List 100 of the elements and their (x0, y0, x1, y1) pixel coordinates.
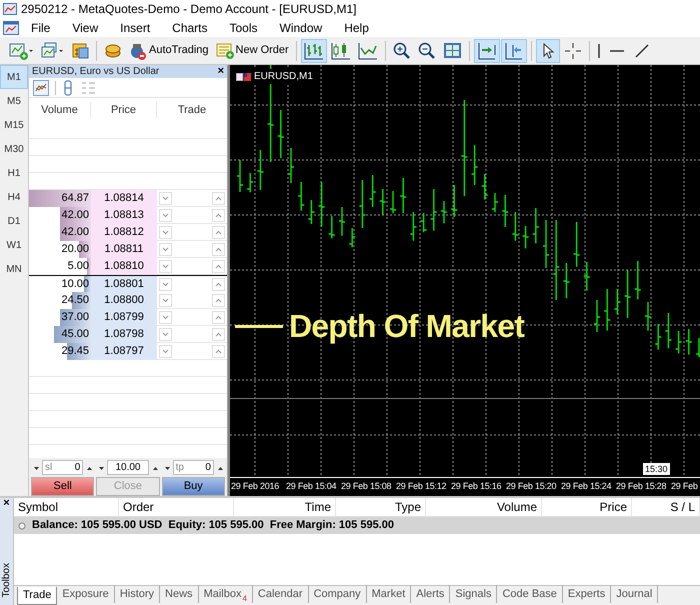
sell-button[interactable]: Sell (31, 477, 94, 496)
timeframe-tab[interactable]: W1 (0, 233, 28, 257)
crosshair-icon (564, 42, 582, 60)
bottom-tab[interactable]: Exposure (57, 585, 115, 603)
bottom-tab[interactable]: Alerts (411, 585, 450, 603)
list-icon[interactable] (80, 80, 96, 96)
sell-limit-button[interactable] (159, 260, 172, 273)
timeframe-tab[interactable]: M1 (0, 65, 28, 89)
timeframe-tab[interactable]: H1 (0, 161, 28, 185)
chart-window-icon[interactable] (3, 20, 19, 34)
menu-item[interactable]: Window (270, 18, 332, 36)
buy-limit-button[interactable] (212, 310, 225, 324)
stop-loss-field[interactable]: sl 0 (42, 460, 84, 475)
timeframe-tab[interactable]: D1 (0, 209, 28, 233)
price-cell: 1.08799 (91, 309, 157, 326)
bottom-tab[interactable]: History (114, 585, 160, 603)
menu-item[interactable]: View (62, 18, 108, 36)
menu-item[interactable]: Tools (220, 18, 268, 36)
bottom-tab[interactable]: Company (308, 585, 367, 603)
sell-limit-button[interactable] (159, 294, 172, 307)
column-header: Type (336, 498, 426, 516)
price-cell: 1.08800 (91, 292, 157, 308)
sell-limit-button[interactable] (159, 328, 172, 341)
flags-icon (236, 72, 251, 80)
buy-button[interactable]: Buy (162, 477, 225, 496)
new-order-button[interactable]: New Order (212, 38, 292, 62)
menu-item[interactable]: File (21, 18, 60, 36)
chart-shift-button[interactable] (500, 38, 527, 62)
sell-limit-button[interactable] (159, 192, 172, 205)
timeframe-tab[interactable]: M5 (0, 89, 28, 113)
column-header: Price (542, 498, 632, 516)
column-icon[interactable] (62, 80, 74, 96)
line-chart-icon (358, 42, 378, 60)
buy-limit-button[interactable] (212, 344, 225, 358)
trendline-icon (632, 42, 651, 60)
buy-limit-button[interactable] (212, 294, 225, 307)
bottom-tab[interactable]: Market (366, 585, 412, 603)
chart-icon[interactable] (33, 80, 49, 96)
column-header: Trade (176, 102, 208, 118)
buy-limit-button[interactable] (212, 242, 225, 256)
buy-limit-button[interactable] (212, 208, 225, 222)
menu-item[interactable]: Insert (110, 18, 160, 36)
buy-limit-button[interactable] (212, 260, 225, 273)
autoscroll-button[interactable] (474, 38, 500, 62)
annotation-label: Depth Of Market (289, 310, 524, 342)
timeframe-tab[interactable]: M15 (0, 113, 28, 137)
timeframe-tab[interactable]: MN (0, 257, 28, 281)
sell-limit-button[interactable] (159, 242, 172, 256)
axis-label: 29 Feb 15:20 (505, 480, 558, 493)
sell-limit-button[interactable] (159, 208, 172, 222)
timeframe-tab[interactable]: H4 (0, 185, 28, 209)
sell-limit-button[interactable] (159, 278, 172, 291)
autotrading-button[interactable]: AutoTrading (126, 38, 212, 62)
close-button[interactable]: × (218, 66, 224, 77)
axis-label: 29 Feb 2016 (230, 480, 280, 493)
axis-label: 29 Feb 15:28 (615, 480, 668, 493)
candles-icon (330, 42, 351, 60)
volume-value: 20.00 (61, 242, 89, 257)
volume-value: 45.00 (61, 327, 89, 342)
horizontal-line-icon (608, 48, 626, 52)
timeframe-tab[interactable]: M30 (0, 137, 28, 161)
bottom-tab[interactable]: News (160, 585, 199, 603)
bottom-tab[interactable]: Journal (611, 585, 658, 603)
cursor-button[interactable] (536, 38, 560, 62)
volume-value: 5.00 (68, 259, 89, 274)
take-profit-field[interactable]: tp 0 (172, 460, 214, 475)
bottom-tab[interactable]: Mailbox$_{4}$ (198, 585, 253, 603)
buy-limit-button[interactable] (212, 328, 225, 341)
volume-value: 29.45 (61, 344, 89, 359)
chart-title: EURUSD,M1 (254, 70, 313, 84)
sell-limit-button[interactable] (159, 310, 172, 324)
column-header: Price (91, 102, 157, 118)
buy-limit-button[interactable] (212, 192, 225, 205)
axis-label: 29 Feb 15:08 (340, 480, 392, 493)
chart-shift-icon (504, 42, 524, 60)
column-header: Symbol (14, 498, 119, 516)
column-header: Volume (29, 102, 91, 118)
price-cell: 1.08811 (91, 241, 157, 258)
leader-line (235, 324, 283, 328)
bottom-tab[interactable]: Experts (562, 585, 612, 603)
sell-limit-button[interactable] (159, 226, 172, 239)
mailbox-count: 4 (242, 594, 247, 602)
bullet-icon (18, 522, 26, 530)
bars-button[interactable] (300, 38, 327, 62)
bottom-tab[interactable]: Code Base (497, 585, 563, 603)
bottom-tab[interactable]: Trade (17, 587, 58, 605)
column-header: Time (234, 498, 336, 516)
column-header: Order (119, 498, 234, 516)
window-title: 2950212 - MetaQuotes-Demo - Demo Account - [EURUSD,M1] (21, 1, 356, 18)
menu-item[interactable]: Charts (162, 18, 218, 36)
volume-field[interactable]: 10.00 (107, 460, 149, 475)
buy-limit-button[interactable] (212, 278, 225, 291)
axis-label: 29 Feb 15:16 (450, 480, 502, 493)
close-button[interactable]: × (3, 498, 10, 509)
bottom-tab[interactable]: Calendar (252, 585, 309, 603)
bottom-tab[interactable]: Signals (450, 585, 498, 603)
buy-limit-button[interactable] (212, 226, 225, 239)
sell-limit-button[interactable] (159, 344, 172, 358)
menu-item[interactable]: Help (334, 18, 379, 36)
zoom-out-icon (418, 42, 436, 60)
